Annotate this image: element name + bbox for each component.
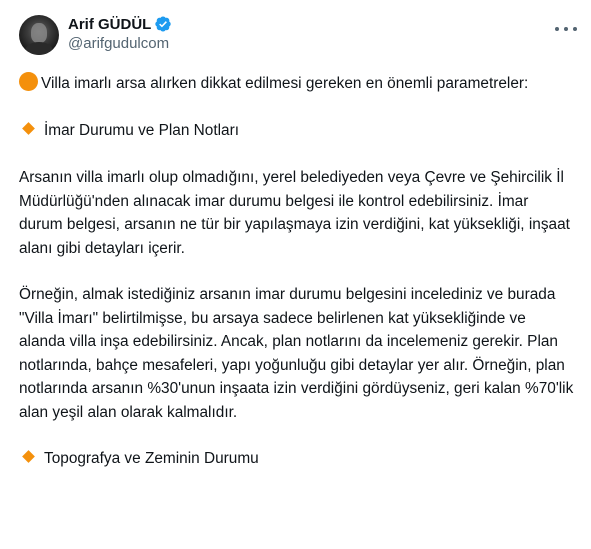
tweet-header: Arif GÜDÜL @arifgudulcom <box>19 14 577 62</box>
tweet: Arif GÜDÜL @arifgudulcom Villa imarlı ar… <box>0 0 591 549</box>
paragraph-2: Örneğin, almak istediğiniz arsanın imar … <box>19 286 574 421</box>
avatar-body <box>25 42 53 55</box>
author-info: Arif GÜDÜL @arifgudulcom <box>68 14 172 52</box>
verified-badge-icon <box>155 16 172 32</box>
author-name-row: Arif GÜDÜL <box>68 14 172 34</box>
orange-diamond-icon <box>22 450 35 463</box>
orange-circle-icon <box>19 72 38 91</box>
paragraph-1: Arsanın villa imarlı olup olmadığını, ye… <box>19 169 570 257</box>
intro-text: Villa imarlı arsa alırken dikkat edilmes… <box>41 75 529 92</box>
more-options-icon[interactable] <box>555 22 577 36</box>
more-dot <box>555 27 559 31</box>
heading-1-text: İmar Durumu ve Plan Notları <box>44 121 240 139</box>
heading-1: İmar Durumu ve Plan Notları <box>19 119 575 143</box>
more-dot <box>573 27 577 31</box>
orange-diamond-icon <box>22 121 35 135</box>
author-name[interactable]: Arif GÜDÜL <box>68 16 151 33</box>
avatar[interactable] <box>19 15 59 55</box>
heading-2-text: Topografya ve Zeminin Durumu <box>44 450 259 467</box>
avatar-face <box>31 23 47 43</box>
intro-paragraph: Villa imarlı arsa alırken dikkat edilmes… <box>19 72 575 96</box>
heading-2: Topografya ve Zeminin Durumu <box>19 447 575 471</box>
author-handle[interactable]: @arifgudulcom <box>68 35 172 52</box>
more-dot <box>564 27 568 31</box>
tweet-text: Villa imarlı arsa alırken dikkat edilmes… <box>19 72 575 471</box>
